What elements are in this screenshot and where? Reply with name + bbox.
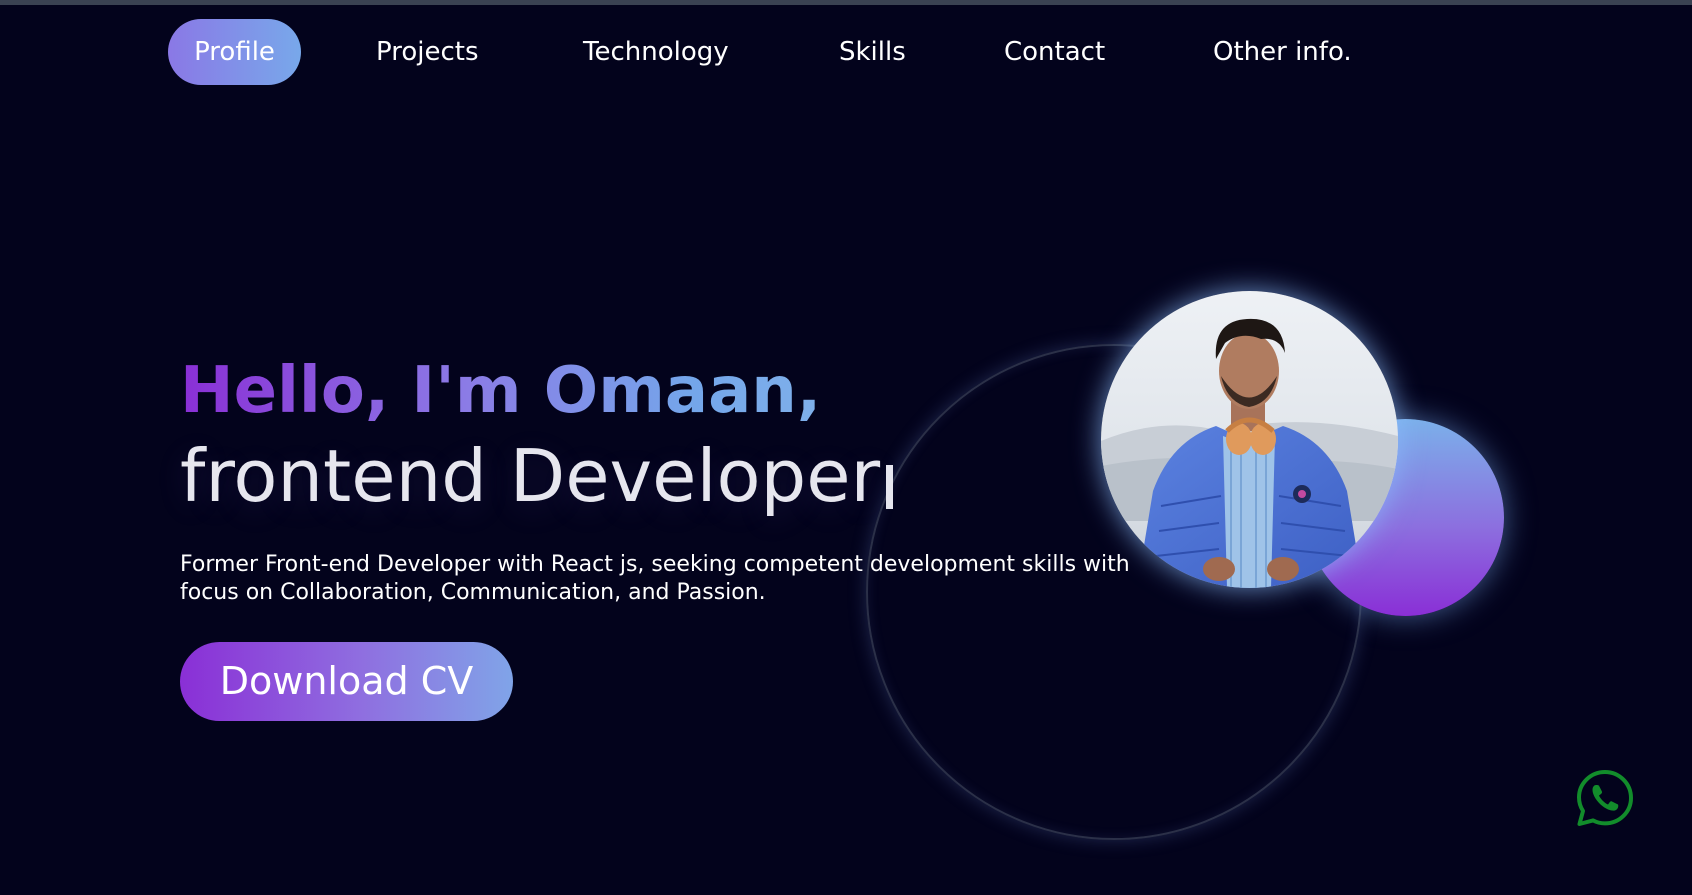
hero-description-line-1: Former Front-end Developer with React js… [180,552,1130,577]
whatsapp-icon[interactable] [1575,768,1635,828]
whatsapp-icon-graphic [1577,770,1633,826]
nav-item-technology[interactable]: Technology [583,19,729,85]
hero-role-text: frontend Developer [180,434,881,518]
hero-description-line-2: focus on Collaboration, Communication, a… [180,580,766,605]
hero-description: Former Front-end Developer with React js… [180,551,1190,607]
hero-role: frontend Developer [180,430,894,522]
nav-item-contact[interactable]: Contact [1004,19,1105,85]
hero-greeting: Hello, I'm Omaan, [180,354,822,428]
profile-photo [1101,291,1398,588]
portfolio-page: Profile Projects Technology Skills Conta… [0,0,1692,895]
nav-item-skills[interactable]: Skills [839,19,906,85]
nav-item-other-info[interactable]: Other info. [1213,19,1352,85]
nav-item-projects[interactable]: Projects [376,19,479,85]
profile-photo-illustration [1101,291,1398,588]
browser-top-strip [0,0,1692,5]
download-cv-button[interactable]: Download CV [180,642,513,721]
nav-item-profile[interactable]: Profile [168,19,301,85]
typing-cursor [886,465,894,509]
main-nav: Profile Projects Technology Skills Conta… [168,19,1468,85]
